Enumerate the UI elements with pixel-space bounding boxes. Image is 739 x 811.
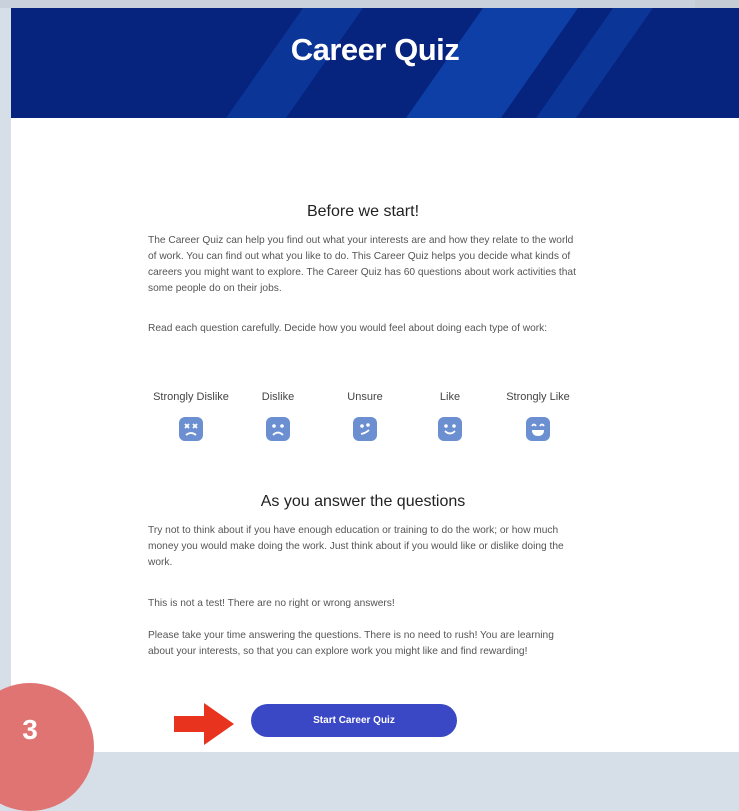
header-banner: Career Quiz: [11, 8, 739, 118]
answering-heading: As you answer the questions: [260, 493, 466, 510]
scale-label: Strongly Dislike: [153, 391, 229, 403]
like-face-icon: [438, 417, 462, 441]
page-title: Career Quiz: [290, 32, 460, 67]
window-top-strip: [0, 0, 739, 8]
scale-option-strongly-like: Strongly Like: [493, 391, 583, 441]
strongly-dislike-face-icon: [179, 417, 203, 441]
step-number: 3: [22, 714, 38, 745]
unsure-face-icon: [353, 417, 377, 441]
answering-paragraph: Try not to think about if you have enoug…: [148, 525, 564, 568]
dislike-face-icon: [266, 417, 290, 441]
scale-option-dislike: Dislike: [233, 391, 323, 441]
scale-option-like: Like: [405, 391, 495, 441]
scale-label: Dislike: [261, 391, 295, 403]
strongly-like-face-icon: [526, 417, 550, 441]
intro-paragraph: The Career Quiz can help you find out wh…: [148, 235, 576, 294]
pointer-arrow-icon: [174, 703, 234, 745]
not-a-test-paragraph: This is not a test! There are no right o…: [148, 598, 395, 609]
start-career-quiz-button[interactable]: Start Career Quiz: [251, 704, 457, 737]
rating-scale: Strongly Dislike Dislike Unsure Like Str…: [148, 391, 578, 451]
take-your-time-paragraph: Please take your time answering the ques…: [148, 630, 554, 657]
scale-option-strongly-dislike: Strongly Dislike: [146, 391, 236, 441]
scale-label: Strongly Like: [506, 391, 570, 403]
quiz-intro-page: Career Quiz Before we start! The Career …: [11, 8, 739, 752]
instructions-paragraph: Read each question carefully. Decide how…: [148, 323, 548, 334]
scale-label: Unsure: [347, 391, 383, 403]
scale-label: Like: [439, 391, 461, 403]
before-start-heading: Before we start!: [306, 203, 420, 220]
scale-option-unsure: Unsure: [320, 391, 410, 441]
